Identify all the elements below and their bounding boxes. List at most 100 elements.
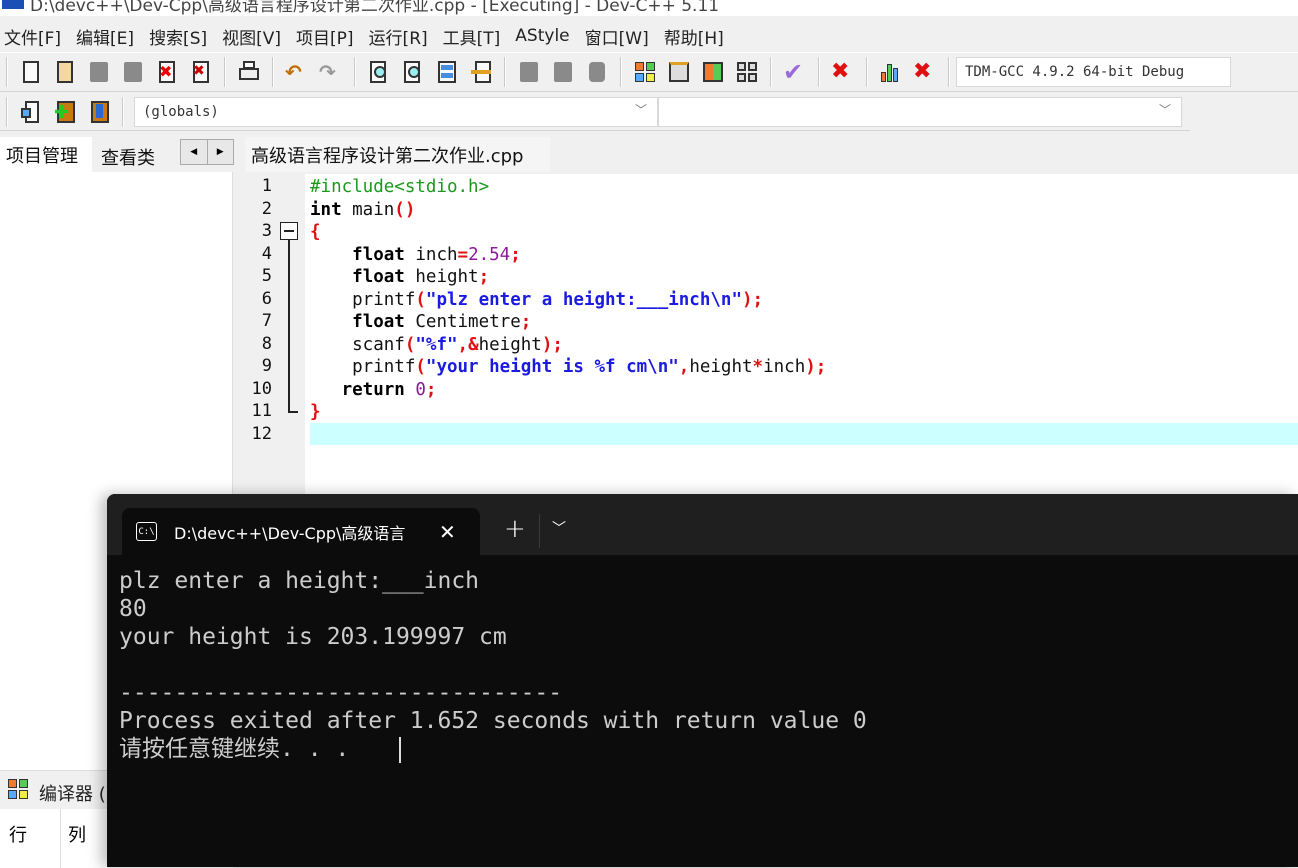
line-number: 9 [261, 356, 272, 376]
code-token-op: , [678, 357, 690, 377]
code-token-kw: return [341, 379, 405, 400]
compiler-select[interactable]: TDM-GCC 4.9.2 64-bit Debug [956, 57, 1231, 87]
close-tab-icon[interactable]: ✕ [439, 520, 456, 544]
code-token-num: 0 [415, 379, 426, 400]
compile-run-icon[interactable] [701, 60, 725, 84]
print-icon[interactable] [237, 60, 261, 84]
line-number: 11 [251, 401, 272, 421]
tab-label: 项目管理 [6, 145, 78, 167]
chevron-down-icon[interactable]: ﹀ [552, 518, 566, 538]
column-header-row[interactable]: 行 [9, 821, 27, 847]
new-file-icon[interactable] [19, 60, 43, 84]
code-token-op: ( [415, 289, 426, 310]
menu-edit[interactable]: 编辑[E] [72, 24, 144, 49]
console-tab[interactable]: C:\ D:\devc++\Dev-Cpp\高级语言 ✕ [122, 508, 480, 555]
open-file-icon[interactable] [53, 60, 77, 84]
function-select[interactable]: ﹀ [658, 96, 1182, 127]
console-line: Process exited after 1.652 seconds with … [119, 708, 867, 734]
code-token-num: 2.54 [468, 244, 511, 265]
globals-select-value: (globals) [143, 103, 219, 120]
code-token-id: inch [404, 244, 458, 265]
tab-label: 查看类 [101, 147, 155, 169]
code-line: #include<stdio.h> [310, 176, 489, 198]
code-token-id: height [404, 267, 479, 287]
code-token-str: "plz enter a height:___inch\n" [425, 289, 742, 310]
secondary-toolbar: ✚ (globals) ﹀ ﹀ [0, 93, 1190, 131]
menu-view[interactable]: 视图[V] [218, 24, 291, 49]
code-line: } [310, 401, 321, 423]
code-token-id: Centimetre [404, 312, 521, 332]
profile-chart-icon[interactable] [879, 60, 903, 84]
save-icon[interactable] [87, 60, 111, 84]
compiler-tab-icon [6, 777, 30, 801]
new-tab-icon[interactable]: + [504, 514, 526, 544]
menu-file[interactable]: 文件[F] [0, 24, 71, 49]
column-header-col[interactable]: 列 [68, 821, 86, 847]
menu-astyle[interactable]: AStyle [511, 26, 579, 46]
menu-help[interactable]: 帮助[H] [660, 24, 734, 49]
line-number: 7 [261, 311, 272, 331]
menu-run[interactable]: 运行[R] [365, 24, 438, 49]
tab-label: 高级语言程序设计第二次作业.cpp [251, 145, 524, 167]
menu-project[interactable]: 项目[P] [292, 24, 364, 49]
console-line: 80 [119, 596, 147, 622]
tab-project-manager[interactable]: 项目管理 [0, 137, 92, 172]
code-token-id: inch [763, 357, 806, 377]
rebuild-all-icon[interactable] [735, 60, 759, 84]
window-title: D:\devc++\Dev-Cpp\高级语言程序设计第二次作业.cpp - [E… [30, 0, 720, 16]
close-all-icon[interactable]: ✖ [189, 60, 213, 84]
code-token-op: ); [541, 334, 563, 355]
tab-compiler[interactable]: 编译器 ( [39, 780, 106, 806]
scroll-right-icon[interactable]: ▶ [208, 140, 234, 164]
code-token-kw: float [352, 244, 405, 265]
delete-profile-icon[interactable]: ✖ [913, 60, 937, 84]
run-icon[interactable] [667, 60, 691, 84]
remove-from-project-icon[interactable] [87, 100, 111, 124]
code-token-id: height [478, 334, 542, 355]
tab-scroll-buttons: ◀ ▶ [180, 139, 234, 165]
scroll-left-icon[interactable]: ◀ [181, 140, 208, 164]
console-tab-title: D:\devc++\Dev-Cpp\高级语言 [174, 523, 406, 543]
fold-end [288, 411, 298, 413]
code-line: printf("plz enter a height:___inch\n"); [310, 289, 763, 311]
menu-tools[interactable]: 工具[T] [439, 24, 511, 49]
code-token-op: } [310, 402, 321, 422]
code-line: return 0; [310, 379, 437, 401]
fold-collapse-icon[interactable] [280, 222, 298, 240]
code-token-op: ; [478, 267, 490, 287]
code-token-kw: float [352, 267, 405, 287]
replace-icon[interactable] [401, 60, 425, 84]
app-icon [2, 0, 24, 9]
close-file-icon[interactable]: ✖ [155, 60, 179, 84]
globals-select[interactable]: (globals) ﹀ [134, 96, 658, 127]
add-to-project-icon[interactable]: ✚ [53, 100, 77, 124]
project-options-icon[interactable] [19, 100, 43, 124]
code-line: float Centimetre; [310, 311, 531, 333]
console-line: 请按任意键继续. . . [119, 736, 364, 762]
syntax-check-icon[interactable]: ✔ [783, 60, 807, 84]
undo-icon[interactable]: ↶ [285, 60, 309, 84]
menu-search[interactable]: 搜索[S] [145, 24, 217, 49]
menu-window[interactable]: 窗口[W] [581, 24, 659, 49]
compile-icon[interactable] [633, 60, 657, 84]
unindent-icon [551, 60, 575, 84]
find-icon[interactable] [367, 60, 391, 84]
terminal-icon: C:\ [136, 522, 157, 541]
chevron-down-icon: ﹀ [634, 102, 647, 117]
goto-line-icon[interactable] [435, 60, 459, 84]
title-bar: D:\devc++\Dev-Cpp\高级语言程序设计第二次作业.cpp - [E… [0, 0, 1298, 16]
line-number: 10 [251, 378, 272, 399]
stop-execution-icon[interactable]: ✖ [831, 60, 855, 84]
tab-editor-file[interactable]: 高级语言程序设计第二次作业.cpp [245, 137, 550, 172]
code-token-id [405, 380, 416, 400]
redo-icon[interactable]: ↷ [319, 60, 343, 84]
code-line: float height; [310, 266, 489, 288]
tab-class-browser[interactable]: 查看类 [95, 141, 175, 172]
save-all-icon[interactable] [121, 60, 145, 84]
code-token-op: ); [741, 289, 764, 310]
goto-function-icon[interactable] [469, 60, 493, 84]
code-token-id: scanf [310, 334, 405, 355]
code-token-id: main [341, 199, 395, 220]
line-number: 12 [251, 423, 272, 444]
code-token-op: ; [510, 244, 521, 265]
